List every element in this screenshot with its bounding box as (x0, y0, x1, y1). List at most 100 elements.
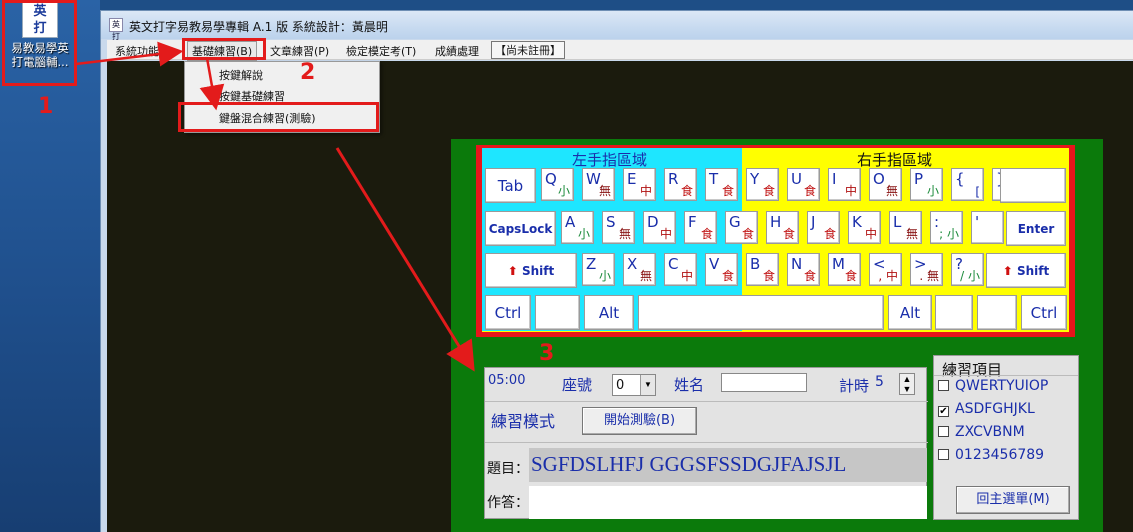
key-1-row3: X無 (623, 253, 656, 286)
annotation-box-2 (182, 38, 266, 60)
chevron-down-icon[interactable]: ▼ (640, 375, 655, 395)
key-2-row3-finger: 中 (680, 269, 693, 283)
key-4-row3-finger: 食 (762, 269, 775, 283)
key-enter: Enter (1006, 211, 1066, 246)
count-label: 計時 (839, 377, 870, 395)
key-3-row1-letter: R (668, 170, 679, 188)
key-8-row1-finger: 無 (885, 184, 898, 198)
key-6-row2: J食 (807, 211, 840, 244)
key-9-row2-finger: ; 小 (939, 227, 959, 241)
key-8-row3: >. 無 (910, 253, 943, 286)
option-label: QWERTYUIOP (955, 378, 1049, 394)
key-3-row2-finger: 食 (700, 227, 713, 241)
key-6-row3-letter: M (832, 255, 845, 273)
annotation-box-1 (2, 0, 77, 86)
key-win-left (535, 295, 580, 330)
test-panel: 05:00 座號 0 ▼ 姓名 計時 5 ▲ ▼ 練習模式 開始測驗(B) 題目：… (484, 367, 928, 519)
shift-arrow-icon: ⬆ (1002, 263, 1017, 278)
answer-label: 作答： (487, 495, 529, 511)
option-label: 0123456789 (955, 447, 1045, 463)
key-1-row1-finger: 無 (598, 184, 611, 198)
key-5-row3: N食 (787, 253, 820, 286)
key-8-row2-finger: 無 (905, 227, 918, 241)
key-4-row1-finger: 食 (721, 184, 734, 198)
key-4-row2-finger: 食 (741, 227, 754, 241)
app-title-icon: 英打 (109, 18, 123, 41)
seat-select[interactable]: 0 ▼ (612, 374, 656, 396)
key-capslock: CapsLock (485, 211, 556, 246)
title-bar[interactable]: 英打 英文打字易教易學專輯 A.1 版 系統設計：黃晨明 (101, 11, 1133, 41)
key-9-row3: ? / 小 (951, 253, 984, 286)
key-4-row1-letter: T (709, 170, 719, 188)
key-0-row1: Q小 (541, 168, 574, 201)
menu-unregistered[interactable]: 【尚未註冊】 (491, 41, 565, 59)
answer-input[interactable] (529, 486, 927, 519)
key-1-row2: S無 (602, 211, 635, 244)
key-ctrl-right: Ctrl (1021, 295, 1067, 330)
option-zxcvbnm[interactable]: ZXCVBNM (938, 424, 1025, 440)
key-7-row3-finger: , 中 (878, 269, 898, 283)
question-text: SGFDSLHFJ GGGSFSSDGJFAJSJL (531, 452, 847, 476)
key-10-row1: {[ (951, 168, 984, 201)
key-6-row3: M食 (828, 253, 861, 286)
start-test-button[interactable]: 開始測驗(B) (582, 407, 697, 435)
key-10-row1-letter: { (955, 170, 965, 188)
key-1-row2-finger: 無 (618, 227, 631, 241)
question-label: 題目： (487, 461, 529, 477)
key-3-row1: R食 (664, 168, 697, 201)
window-title: 英文打字易教易學專輯 A.1 版 系統設計：黃晨明 (129, 20, 388, 34)
key-2-row3: C中 (664, 253, 697, 286)
key-0-row2: A小 (561, 211, 594, 244)
annotation-number-3: 3 (539, 341, 555, 366)
back-to-main-menu-button[interactable]: 回主選單(M) (956, 486, 1070, 514)
count-spinner[interactable]: ▲ ▼ (899, 373, 915, 395)
key-menu (977, 295, 1017, 330)
name-input[interactable] (721, 373, 807, 392)
key-0-row1-letter: Q (545, 170, 557, 188)
right-zone-label: 右手指區域 (857, 151, 933, 169)
key-6-row2-finger: 食 (823, 227, 836, 241)
key-10-row2-letter: ' (975, 213, 980, 231)
mode-label: 練習模式 (491, 412, 556, 431)
checkbox[interactable] (938, 449, 949, 460)
key-1-row3-letter: X (627, 255, 638, 273)
key-tab: Tab (485, 168, 536, 203)
option-asdfghjkl[interactable]: ✔ ASDFGHJKL (938, 401, 1035, 417)
key-space (638, 295, 884, 330)
checkbox[interactable] (938, 380, 949, 391)
key-9-row1: P小 (910, 168, 943, 201)
key-1-row2-letter: S (606, 213, 616, 231)
shift-arrow-icon: ⬆ (507, 263, 522, 278)
key-0-row1-finger: 小 (557, 184, 570, 198)
menu-item-key-explain[interactable]: 按鍵解說 (219, 67, 263, 83)
key-8-row1: O無 (869, 168, 902, 201)
menu-scores[interactable]: 成績處理 (435, 43, 479, 59)
practice-options-panel: 練習項目 QWERTYUIOP ✔ ASDFGHJKL ZXCVBNM 01234567… (933, 355, 1079, 520)
key-4-row3-letter: B (750, 255, 761, 273)
key-0-row3-letter: Z (586, 255, 597, 273)
key-9-row1-finger: 小 (926, 184, 939, 198)
key-8-row3-finger: . 無 (919, 269, 939, 283)
option-0123456789[interactable]: 0123456789 (938, 447, 1044, 463)
key-5-row3-finger: 食 (803, 269, 816, 283)
option-qwertyuiop[interactable]: QWERTYUIOP (938, 378, 1048, 394)
checkbox[interactable]: ✔ (938, 406, 949, 417)
key-0-row3-finger: 小 (598, 269, 611, 283)
menu-article-practice[interactable]: 文章練習(P) (270, 43, 329, 59)
key-backspace (1000, 168, 1066, 203)
key-shift-right: ⬆ Shift (986, 253, 1066, 288)
key-3-row3-letter: V (709, 255, 720, 273)
key-7-row2-finger: 中 (864, 227, 877, 241)
menu-exam[interactable]: 檢定模定考(T) (346, 43, 416, 59)
key-4-row1: T食 (705, 168, 738, 201)
key-6-row1-finger: 食 (803, 184, 816, 198)
checkbox[interactable] (938, 426, 949, 437)
count-value: 5 (875, 374, 884, 390)
key-6-row1-letter: U (791, 170, 802, 188)
key-5-row2: H食 (766, 211, 799, 244)
option-label: ZXCVBNM (955, 424, 1025, 440)
menu-system[interactable]: 系統功能(S) (115, 43, 175, 59)
annotation-number-1: 1 (38, 94, 54, 119)
name-label: 姓名 (674, 376, 705, 394)
key-3-row2: F食 (684, 211, 717, 244)
